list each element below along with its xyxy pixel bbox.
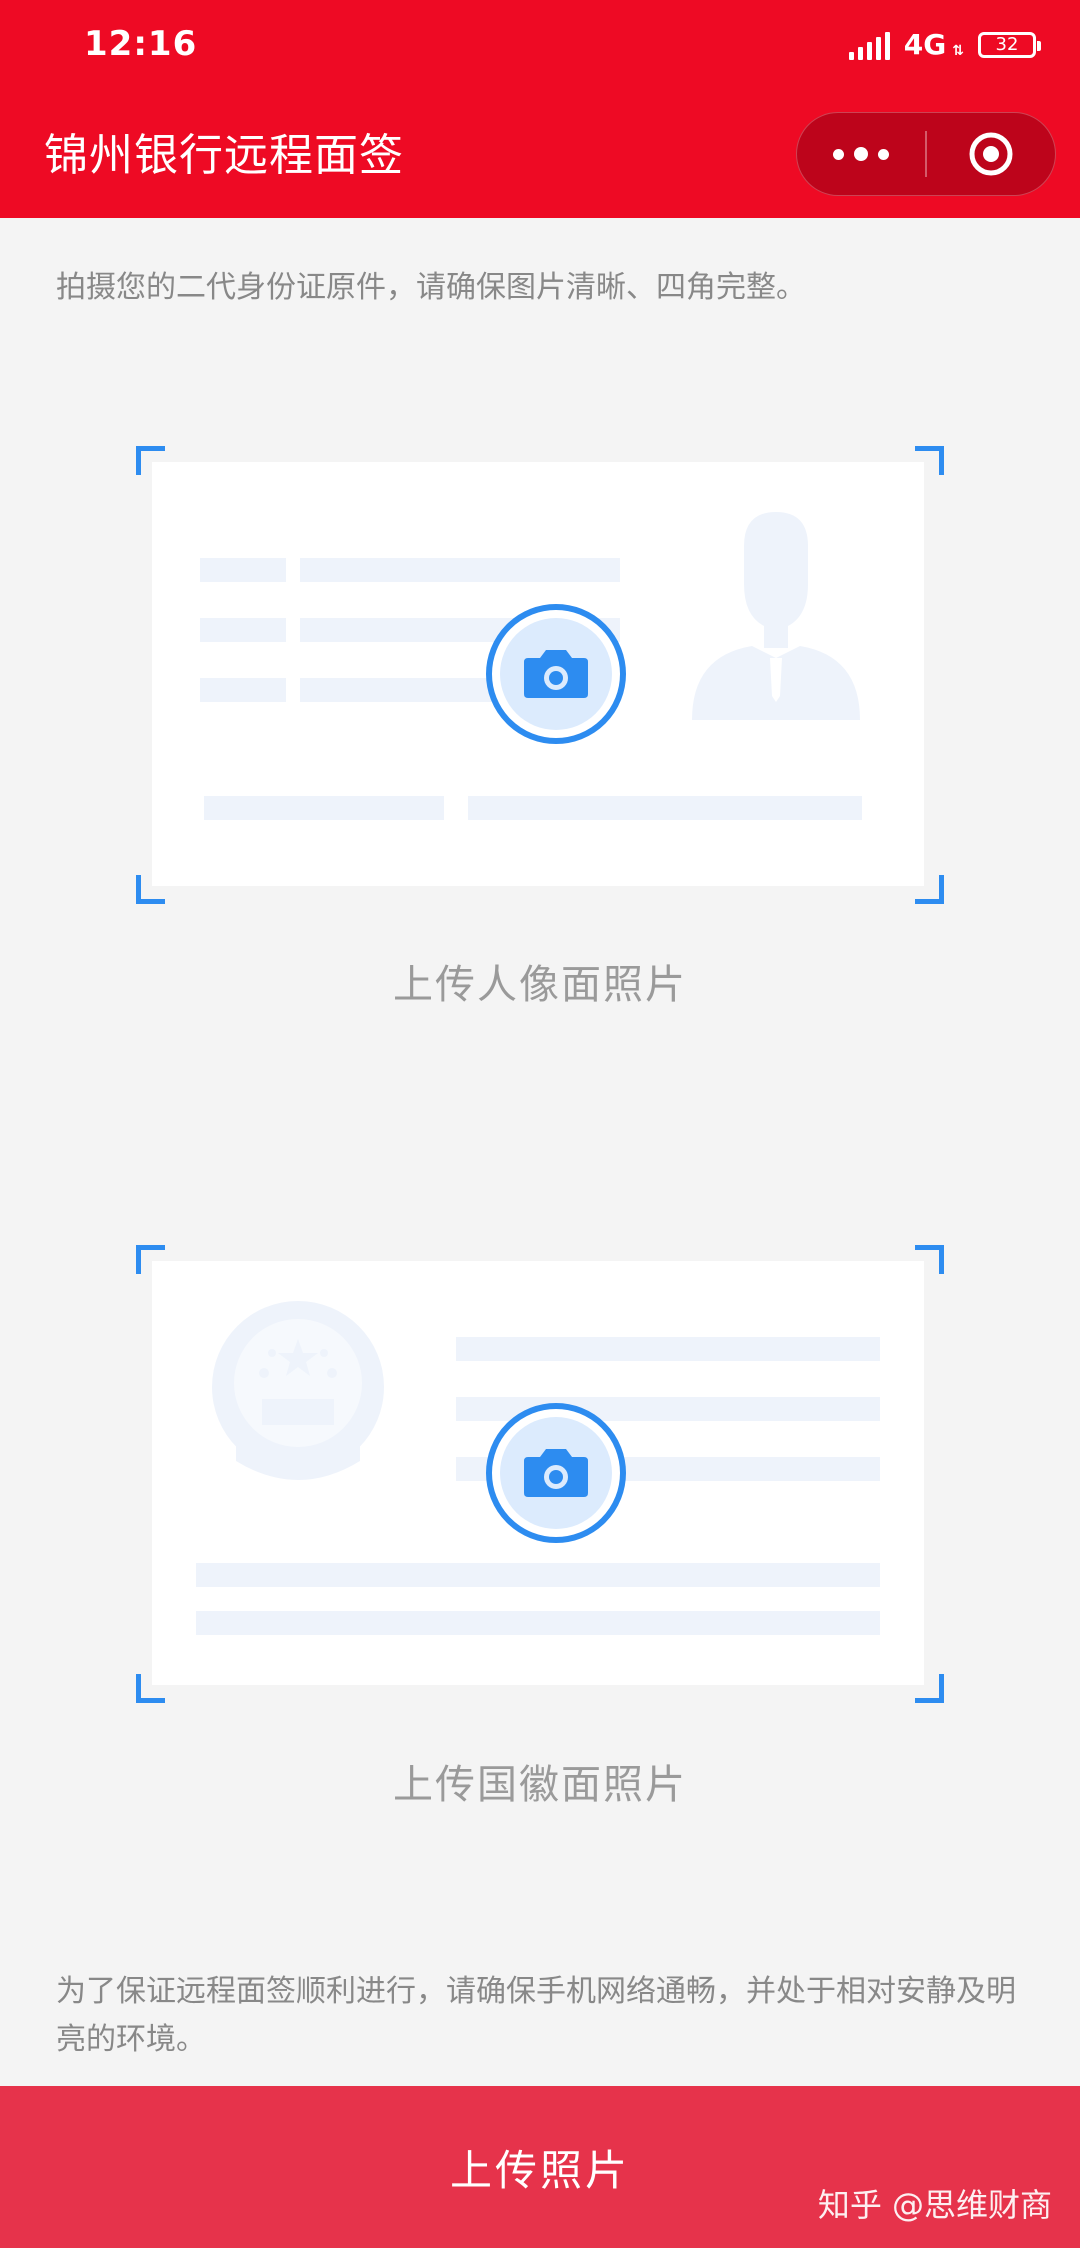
camera-button[interactable] [486, 604, 626, 744]
miniprogram-capsule [796, 112, 1056, 196]
close-miniprogram-button[interactable] [927, 112, 1055, 196]
ellipsis-icon [833, 148, 844, 160]
status-indicators: 4G ⇅ 32 [848, 28, 1041, 61]
battery-level: 32 [995, 34, 1019, 55]
emblem-side-caption[interactable]: 上传国徽面照片 [0, 1752, 1080, 1810]
camera-button[interactable] [486, 1403, 626, 1543]
portrait-side-upload[interactable] [136, 446, 944, 904]
battery-icon: 32 [978, 31, 1041, 58]
target-circle-icon [969, 132, 1013, 176]
instruction-top: 拍摄您的二代身份证原件，请确保图片清晰、四角完整。 [56, 270, 806, 305]
top-bar: 12:16 4G ⇅ 32 锦州银行远程面签 [0, 0, 1080, 218]
camera-icon [524, 650, 588, 698]
instruction-bottom: 为了保证远程面签顺利进行，请确保手机网络通畅，并处于相对安静及明亮的环境。 [56, 1974, 1016, 2057]
person-silhouette-icon [692, 512, 860, 720]
watermark: 知乎 @思维财商 [817, 2186, 1052, 2224]
data-arrows-icon: ⇅ [952, 43, 964, 59]
page-title: 锦州银行远程面签 [44, 130, 404, 181]
emblem-side-upload[interactable] [136, 1245, 944, 1703]
national-emblem-icon [212, 1301, 384, 1480]
more-button[interactable] [797, 112, 925, 196]
id-card-back-placeholder [152, 1261, 924, 1685]
signal-icon [848, 30, 890, 60]
portrait-side-caption[interactable]: 上传人像面照片 [0, 952, 1080, 1010]
network-type: 4G [903, 28, 947, 61]
status-time: 12:16 [84, 24, 198, 64]
id-card-front-placeholder [152, 462, 924, 886]
camera-icon [524, 1449, 588, 1497]
